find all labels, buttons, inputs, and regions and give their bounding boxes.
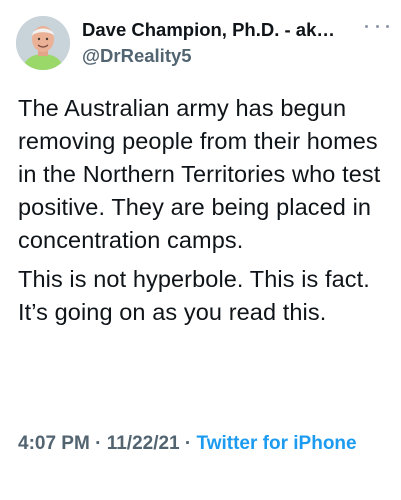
- meta-separator: ·: [179, 433, 197, 454]
- tweet-metadata: 4:07 PM · 11/22/21 · Twitter for iPhone: [18, 430, 387, 458]
- tweet-text: The Australian army has begun removing p…: [18, 92, 387, 329]
- tweet-time[interactable]: 4:07 PM: [18, 433, 90, 454]
- more-horizontal-icon[interactable]: [365, 16, 389, 36]
- tweet-paragraph: The Australian army has begun removing p…: [18, 95, 381, 253]
- meta-separator: ·: [89, 433, 107, 454]
- tweet-date[interactable]: 11/22/21: [107, 433, 180, 454]
- avatar-image: [16, 16, 70, 70]
- avatar[interactable]: [16, 16, 70, 70]
- tweet-card: Dave Champion, Ph.D. - ak… @DrReality5 T…: [0, 0, 401, 500]
- tweet-header: Dave Champion, Ph.D. - ak… @DrReality5: [16, 16, 389, 72]
- author-handle[interactable]: @DrReality5: [82, 44, 361, 68]
- author-names: Dave Champion, Ph.D. - ak… @DrReality5: [82, 18, 361, 68]
- tweet-source-link[interactable]: Twitter for iPhone: [197, 433, 357, 454]
- author-display-name[interactable]: Dave Champion, Ph.D. - ak…: [82, 18, 361, 42]
- tweet-paragraph: This is not hyperbole. This is fact. It’…: [18, 266, 370, 325]
